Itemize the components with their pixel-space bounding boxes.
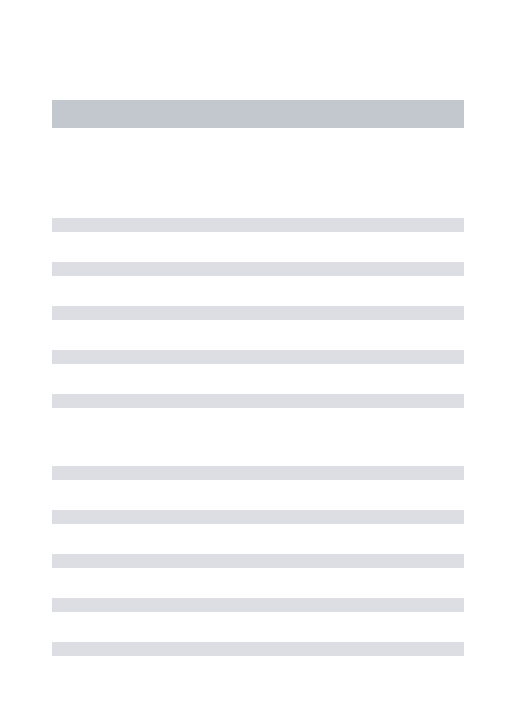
- skeleton-line: [52, 350, 464, 364]
- skeleton-header: [52, 100, 464, 128]
- skeleton-line: [52, 262, 464, 276]
- skeleton-line: [52, 642, 464, 656]
- skeleton-line: [52, 554, 464, 568]
- skeleton-line: [52, 598, 464, 612]
- skeleton-line: [52, 510, 464, 524]
- skeleton-line: [52, 218, 464, 232]
- skeleton-line: [52, 394, 464, 408]
- skeleton-line: [52, 466, 464, 480]
- skeleton-line: [52, 306, 464, 320]
